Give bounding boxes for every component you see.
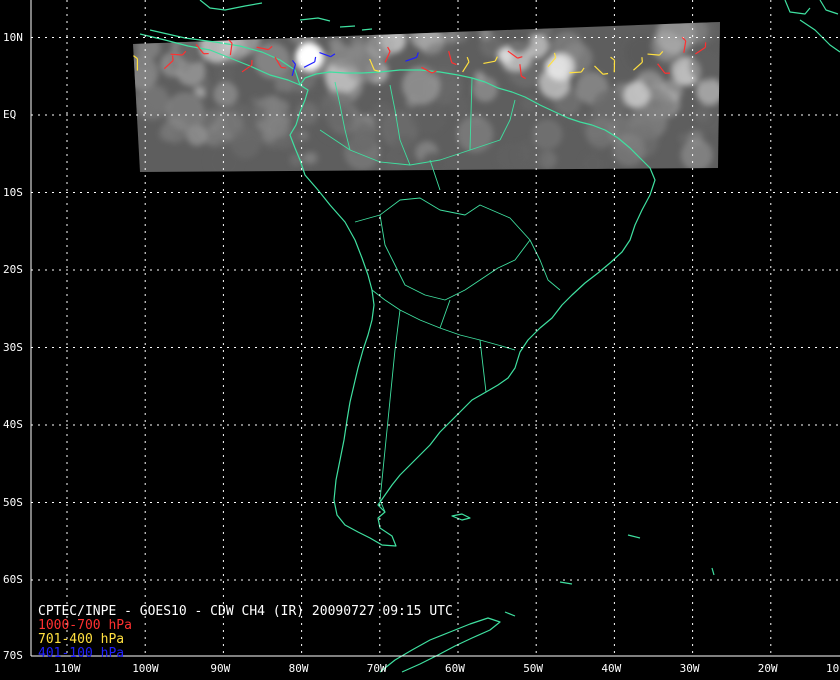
cloud-patch [302,152,314,164]
cloud-patch [371,102,394,126]
latitude-label: 10S [3,185,23,199]
cloud-patch [186,124,208,146]
cloud-patch [317,105,354,143]
cloud-patch [366,31,396,60]
longitude-label: 110W [54,662,81,675]
latitude-label: 70S [3,649,23,662]
longitude-label: 90W [210,662,231,675]
longitude-label: 100W [132,662,159,675]
convective-cloud-core [295,42,324,71]
legend-mid-level: 701-400 hPa [38,632,125,647]
latitude-label: EQ [3,108,17,121]
cloud-patch [213,82,238,107]
longitude-label: 20W [757,662,778,675]
cloud-patch [497,47,513,64]
cloud-patch [392,135,417,159]
legend-low-level: 1000-700 hPa [38,618,132,633]
cloud-patch [230,128,261,159]
latitude-label: 50S [3,495,23,509]
cloud-patch [248,104,267,123]
cloud-patch [276,89,289,102]
cloud-patch [267,117,289,138]
longitude-label: 40W [601,662,622,675]
cloud-patch [689,49,720,83]
cloud-patch [168,47,194,73]
longitude-label: 10 [826,662,840,675]
cloud-patch [298,130,309,141]
latitude-label: 30S [3,340,23,354]
cloud-patch [694,106,711,122]
cloud-patch [545,55,569,79]
satellite-wind-map [0,0,840,680]
cloud-patch [612,133,646,167]
cloud-patch [642,68,659,85]
cloud-patch [283,109,292,118]
cloud-patch [449,96,471,117]
cloud-patch [532,119,563,150]
legend-high-level: 401-100 hPa [38,646,125,661]
latitude-label: 20S [3,263,23,276]
longitude-label: 60W [445,662,465,675]
latitude-label: 10N [3,30,23,44]
cloud-patch [521,95,537,112]
cloud-patch [158,125,175,142]
cloud-patch [421,42,458,79]
cloud-patch [495,142,525,171]
cloud-patch [456,115,494,153]
cloud-patch [444,30,458,44]
longitude-label: 50W [523,662,544,675]
cloud-patch [294,101,319,126]
cloud-patch [678,133,690,144]
longitude-label: 30W [679,662,700,675]
cloud-patch [651,31,682,61]
cloud-patch [329,44,354,69]
cloud-patch [215,65,234,84]
latitude-label: 40S [3,418,23,431]
cloud-patch [623,81,650,108]
latitude-label: 60S [3,573,23,586]
longitude-label: 80W [288,662,309,675]
cloud-patch [194,86,205,97]
longitude-label: 70W [366,662,387,675]
map-title: CPTEC/INPE - GOES10 - CDW CH4 (IR) 20090… [38,604,453,619]
cloud-patch [585,118,617,149]
cloud-patch [687,130,704,146]
